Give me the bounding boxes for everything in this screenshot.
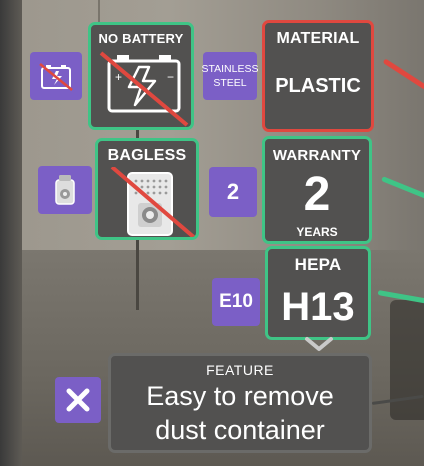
no-battery-label: NO BATTERY	[98, 31, 184, 46]
battery-alternative-badge[interactable]	[30, 52, 82, 100]
material-label: MATERIAL	[276, 30, 360, 47]
bagless-label: BAGLESS	[107, 147, 187, 164]
warranty-label: WARRANTY	[272, 147, 362, 164]
crossed-battery-icon	[39, 63, 73, 91]
warranty-alternative-value: 2	[226, 179, 240, 204]
crossed-battery-icon: + −	[99, 51, 189, 127]
warranty-tile[interactable]: WARRANTY 2 YEARS	[262, 136, 372, 244]
dust-bag-icon	[55, 175, 75, 205]
warranty-alternative-badge[interactable]: 2	[209, 167, 257, 217]
feature-text-line2: dust container	[155, 415, 325, 445]
close-x-icon	[66, 388, 90, 412]
chevron-down-icon[interactable]	[304, 336, 334, 352]
feature-tile[interactable]: FEATURE Easy to remove dust container	[108, 353, 372, 453]
background-object	[390, 300, 424, 420]
bag-alternative-badge[interactable]	[38, 166, 92, 214]
material-tile[interactable]: MATERIAL PLASTIC	[262, 20, 374, 132]
bagless-tile[interactable]: BAGLESS	[95, 138, 199, 240]
feature-label: FEATURE	[206, 362, 274, 378]
hepa-alternative-badge[interactable]: E10	[212, 278, 260, 326]
warranty-value: 2	[303, 168, 331, 221]
hepa-label: HEPA	[294, 255, 342, 274]
background-door-frame	[0, 0, 22, 466]
material-alternative-line2: STEEL	[213, 77, 247, 89]
crossed-dust-bag-icon	[110, 167, 196, 237]
hepa-alternative-value: E10	[219, 291, 253, 312]
material-value: PLASTIC	[275, 75, 361, 97]
material-alternative-badge[interactable]: STAINLESS STEEL	[201, 52, 259, 100]
feature-close-button[interactable]	[55, 377, 101, 423]
no-battery-tile[interactable]: NO BATTERY + −	[88, 22, 194, 130]
hepa-value: H13	[281, 285, 355, 329]
warranty-unit: YEARS	[296, 225, 338, 239]
svg-text:−: −	[167, 70, 174, 84]
hepa-tile[interactable]: HEPA H13	[265, 246, 371, 340]
material-alternative-line1: STAINLESS	[201, 63, 259, 75]
feature-text-line1: Easy to remove	[146, 381, 334, 411]
